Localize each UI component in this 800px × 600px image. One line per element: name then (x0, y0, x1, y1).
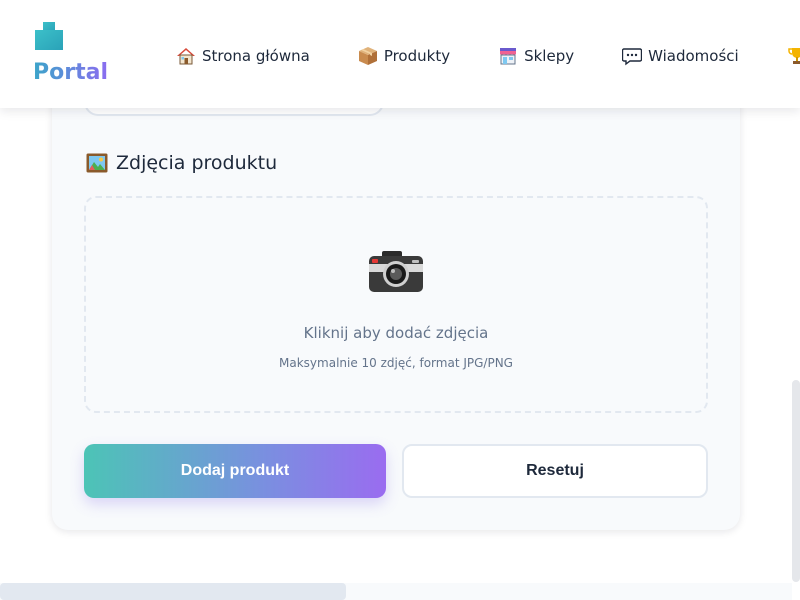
logo-text: Portal (33, 60, 108, 85)
speech-bubble-icon (622, 48, 643, 66)
main-nav: Strona główna Produkty Sklepy Wiadomości (176, 44, 800, 68)
nav-item-label: Wiadomości (648, 47, 739, 65)
nav-item-products[interactable]: Produkty (358, 46, 450, 66)
top-header: Portal Strona główna Produkty Sklepy Wia… (0, 0, 800, 108)
camera-icon (369, 251, 423, 292)
nav-item-rankings[interactable] (787, 46, 800, 66)
framed-picture-icon (86, 153, 108, 173)
horizontal-scrollbar-thumb[interactable] (0, 583, 346, 600)
logo-mark-icon (35, 22, 63, 50)
house-icon (177, 48, 195, 65)
nav-item-shops[interactable]: Sklepy (498, 46, 574, 66)
nav-item-messages[interactable]: Wiadomości (622, 46, 739, 66)
nav-item-home[interactable]: Strona główna (176, 46, 310, 66)
photo-dropzone[interactable]: Kliknij aby dodać zdjęcia Maksymalnie 10… (84, 196, 708, 413)
dropzone-secondary-text: Maksymalnie 10 zdjęć, format JPG/PNG (279, 356, 513, 370)
nav-item-label: Produkty (383, 47, 451, 65)
page: Zdjęcia produktu Kliknij aby dodać zdjęc… (0, 0, 800, 600)
trophy-icon (787, 48, 800, 64)
add-product-button[interactable]: Dodaj produkt (84, 444, 386, 498)
photos-section-label: Zdjęcia produktu (116, 152, 278, 174)
reset-button[interactable]: Resetuj (402, 444, 708, 498)
dropzone-primary-text: Kliknij aby dodać zdjęcia (303, 324, 489, 342)
nav-item-label: Strona główna (202, 47, 310, 65)
photos-section-title: Zdjęcia produktu (86, 152, 277, 174)
nav-item-label: Sklepy (524, 47, 575, 65)
logo[interactable]: Portal (33, 22, 153, 92)
vertical-scrollbar-thumb[interactable] (792, 380, 800, 582)
package-icon (358, 47, 377, 65)
store-icon (500, 48, 517, 65)
